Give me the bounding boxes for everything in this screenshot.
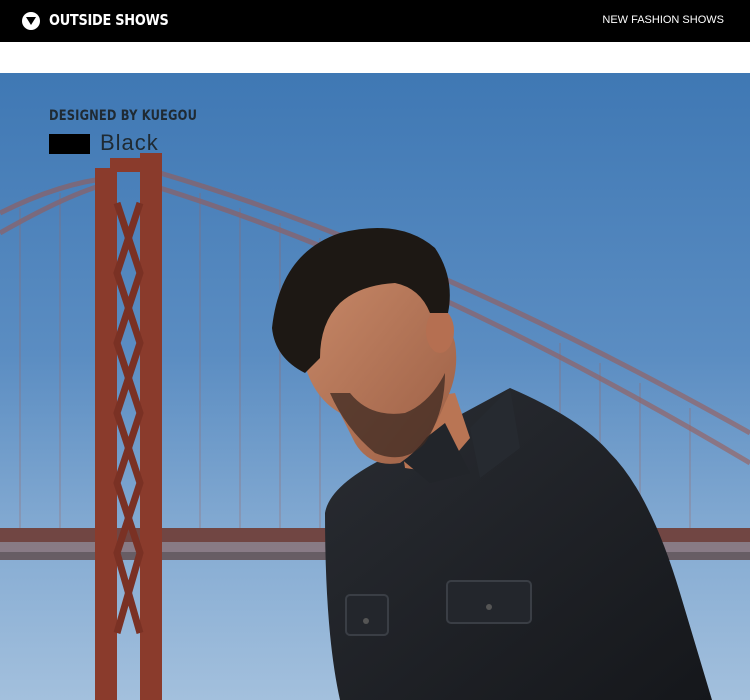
- chevron-down-icon: [22, 12, 40, 30]
- designer-label: DESIGNED BY KUEGOU: [49, 108, 198, 124]
- top-bar: OUTSIDE SHOWS NEW FASHION SHOWS: [0, 0, 750, 42]
- color-name: Black: [100, 130, 159, 155]
- hero-image: DESIGNED BY KUEGOU Black: [0, 73, 750, 700]
- new-fashion-shows-link[interactable]: NEW FASHION SHOWS: [602, 14, 724, 26]
- spacer: [0, 42, 750, 73]
- product-photo: [0, 153, 750, 700]
- section-title: OUTSIDE SHOWS: [49, 11, 169, 29]
- color-swatch: [49, 134, 90, 154]
